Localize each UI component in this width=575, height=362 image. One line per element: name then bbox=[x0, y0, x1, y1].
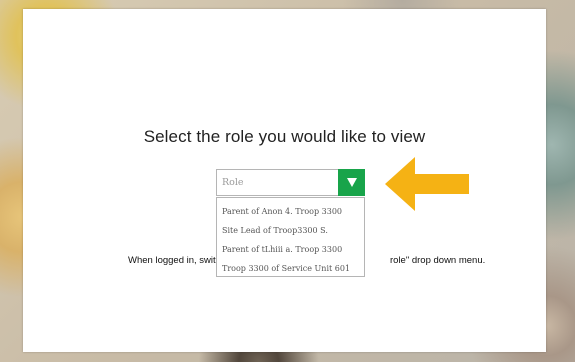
role-dropdown-value: Role bbox=[222, 177, 244, 188]
role-dropdown-menu: Parent of Anon 4. Troop 3300 Site Lead o… bbox=[216, 197, 365, 277]
dropdown-toggle-button[interactable] bbox=[338, 169, 365, 196]
triangle-down-icon bbox=[346, 178, 357, 187]
role-option[interactable]: Site Lead of Troop3300 S. bbox=[217, 221, 364, 240]
role-dropdown[interactable]: Role bbox=[216, 169, 365, 196]
help-text-continued: role" drop down menu. bbox=[390, 255, 486, 266]
role-option[interactable]: Parent of Anon 4. Troop 3300 bbox=[217, 202, 364, 221]
left-arrow-icon bbox=[385, 157, 469, 211]
page-title: Select the role you would like to view bbox=[143, 127, 426, 146]
role-option[interactable]: Troop 3300 of Service Unit 601 bbox=[217, 259, 364, 278]
role-option[interactable]: Parent of tLhiii a. Troop 3300 bbox=[217, 240, 364, 259]
